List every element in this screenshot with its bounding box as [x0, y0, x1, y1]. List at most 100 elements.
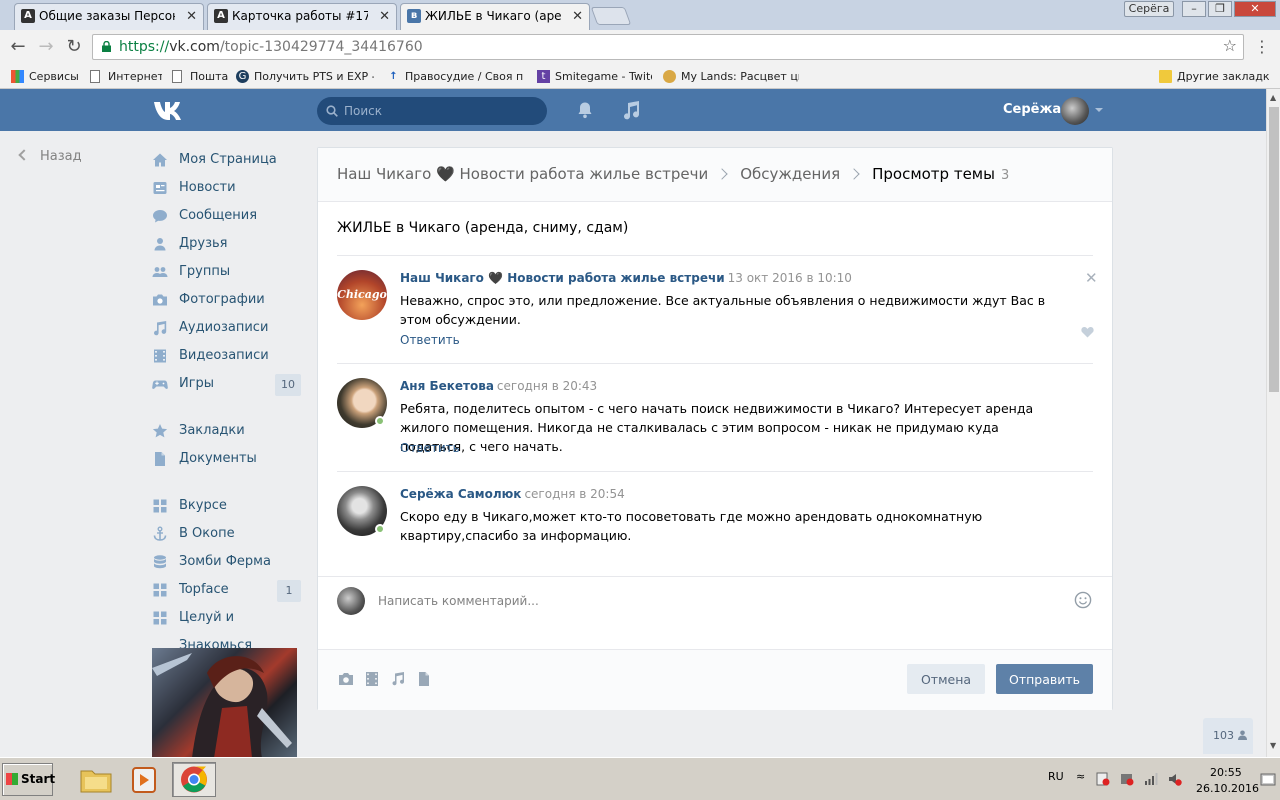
menu-item-news[interactable]: Новости: [150, 174, 302, 202]
bookmark-twitch[interactable]: t Smitegame - Twitch: [537, 68, 652, 85]
tray-volume-icon[interactable]: [1168, 772, 1182, 786]
bookmark-other[interactable]: Другие закладки: [1159, 68, 1269, 85]
tray-device-icon[interactable]: [1120, 772, 1134, 786]
bookmark-services[interactable]: Сервисы: [11, 68, 81, 85]
browser-menu-icon[interactable]: ⋮: [1254, 38, 1270, 56]
menu-item-friends[interactable]: Друзья: [150, 230, 302, 258]
clock-time[interactable]: 20:55: [1210, 766, 1242, 779]
menu-item-documents[interactable]: Документы: [150, 445, 302, 473]
left-menu: Моя Страница Новости Сообщения Друзья Гр…: [150, 146, 302, 653]
tab-work-card[interactable]: A Карточка работы #17228 ✕: [207, 3, 397, 30]
address-bar[interactable]: https://vk.com/topic-130429774_34416760 …: [92, 34, 1244, 60]
heart-like-icon[interactable]: [1081, 326, 1094, 338]
menu-item-games[interactable]: Игры 10: [150, 370, 302, 398]
menu-item-messages[interactable]: Сообщения: [150, 202, 302, 230]
document-icon[interactable]: [416, 672, 432, 686]
bookmark-label: Другие закладки: [1177, 70, 1269, 83]
send-button[interactable]: Отправить: [996, 664, 1093, 694]
bookmark-pravosudie[interactable]: ↑ Правосудие / Своя пра: [387, 68, 523, 85]
menu-item-app-v-okope[interactable]: В Окопе: [150, 520, 302, 548]
emoji-smile-icon[interactable]: [1074, 591, 1092, 609]
tray-security-icon[interactable]: [1096, 772, 1110, 786]
anchor-icon: [153, 526, 167, 541]
restore-icon[interactable]: ❐: [1208, 1, 1232, 17]
clock-date[interactable]: 26.10.2016: [1196, 782, 1259, 795]
search-input[interactable]: [344, 97, 539, 125]
browser-tab-strip: A Общие заказы Персональ ✕ A Карточка ра…: [0, 0, 1280, 30]
vk-logo-icon[interactable]: [152, 98, 186, 122]
menu-item-app-topface[interactable]: Topface 1: [150, 576, 302, 604]
music-player-icon[interactable]: [622, 100, 640, 120]
breadcrumb-discussions-link[interactable]: Обсуждения: [740, 165, 840, 183]
bookmark-mylands[interactable]: My Lands: Расцвет циві: [663, 68, 799, 85]
header-avatar[interactable]: [1061, 97, 1089, 125]
cancel-button[interactable]: Отмена: [907, 664, 985, 694]
close-tab-icon[interactable]: ✕: [572, 4, 583, 29]
menu-item-photos[interactable]: Фотографии: [150, 286, 302, 314]
close-icon[interactable]: ✕: [1085, 269, 1098, 287]
bookmark-label: Интернет: [108, 70, 162, 83]
post-date[interactable]: сегодня в 20:43: [497, 379, 597, 393]
minimize-icon[interactable]: –: [1182, 1, 1206, 17]
back-arrow-icon[interactable]: ←: [8, 37, 28, 57]
language-indicator[interactable]: RU: [1048, 770, 1064, 783]
online-users-badge[interactable]: 103: [1203, 718, 1253, 754]
taskbar-chrome[interactable]: [172, 762, 216, 797]
breadcrumb-group-link[interactable]: Наш Чикаго 🖤 Новости работа жилье встреч…: [337, 165, 708, 183]
bookmark-pts-exp[interactable]: G Получить PTS и EXP - G: [236, 68, 374, 85]
post-avatar[interactable]: Chicago: [337, 270, 387, 320]
menu-item-audio[interactable]: Аудиозаписи: [150, 314, 302, 342]
post-author-link[interactable]: Аня Бекетова: [400, 379, 494, 393]
scroll-down-icon[interactable]: ▼: [1270, 741, 1276, 750]
new-tab-button[interactable]: [590, 7, 632, 25]
post-header: Аня Бекетова сегодня в 20:43: [400, 379, 597, 393]
menu-item-groups[interactable]: Группы: [150, 258, 302, 286]
start-button[interactable]: Start: [2, 763, 55, 796]
menu-item-video[interactable]: Видеозаписи: [150, 342, 302, 370]
tray-expand-icon[interactable]: ≈: [1076, 770, 1085, 783]
chevron-down-icon[interactable]: [1095, 108, 1103, 112]
camera-icon[interactable]: [338, 672, 354, 686]
menu-item-app-vkurse[interactable]: Вкурсе: [150, 492, 302, 520]
reply-link[interactable]: Ответить: [400, 441, 460, 455]
menu-item-bookmarks[interactable]: Закладки: [150, 417, 302, 445]
close-tab-icon[interactable]: ✕: [379, 4, 390, 29]
sidebar-ad-image[interactable]: [152, 648, 297, 758]
tab-orders[interactable]: A Общие заказы Персональ ✕: [14, 3, 204, 30]
back-link[interactable]: Назад: [18, 149, 82, 164]
post-date[interactable]: сегодня в 20:54: [524, 487, 624, 501]
search-box[interactable]: [317, 97, 547, 125]
tray-signal-icon[interactable]: [1144, 772, 1158, 786]
page-scrollbar[interactable]: ▲ ▼: [1266, 89, 1280, 757]
window-close-icon[interactable]: ✕: [1234, 1, 1276, 17]
video-icon[interactable]: [364, 672, 380, 686]
menu-item-label: Целуй и Знакомься: [179, 610, 253, 653]
reply-link[interactable]: Ответить: [400, 333, 460, 347]
folder-icon: [80, 770, 112, 793]
show-desktop-icon[interactable]: [1260, 772, 1276, 788]
post-author-link[interactable]: Наш Чикаго 🖤 Новости работа жилье встреч…: [400, 271, 725, 285]
comment-input[interactable]: [378, 589, 1068, 613]
bookmark-mail[interactable]: Пошта: [172, 68, 230, 85]
close-tab-icon[interactable]: ✕: [186, 4, 197, 29]
forward-arrow-icon[interactable]: →: [36, 37, 56, 57]
menu-item-app-kiss-meet[interactable]: Целуй и Знакомься: [150, 604, 302, 653]
post-date[interactable]: 13 окт 2016 в 10:10: [728, 271, 852, 285]
bookmark-star-icon[interactable]: ☆: [1223, 36, 1237, 55]
site-favicon-icon: A: [21, 9, 35, 23]
menu-item-label: Аудиозаписи: [179, 320, 269, 335]
header-user-name[interactable]: Серёжа: [1003, 89, 1061, 131]
scroll-thumb[interactable]: [1269, 107, 1279, 392]
bookmark-internet[interactable]: Интернет: [90, 68, 162, 85]
scroll-up-icon[interactable]: ▲: [1270, 93, 1276, 102]
notifications-bell-icon[interactable]: [576, 101, 594, 119]
reload-icon[interactable]: ↻: [64, 37, 84, 57]
menu-item-app-zombie-farm[interactable]: Зомби Ферма: [150, 548, 302, 576]
menu-item-my-page[interactable]: Моя Страница: [150, 146, 302, 174]
browser-profile-chip[interactable]: Серёга: [1124, 1, 1174, 17]
tab-vk-topic[interactable]: в ЖИЛЬЕ в Чикаго (аренда, ✕: [400, 3, 590, 30]
taskbar-media-player[interactable]: [122, 762, 166, 797]
taskbar-explorer[interactable]: [74, 762, 118, 797]
music-icon[interactable]: [390, 672, 406, 686]
post-author-link[interactable]: Серёжа Самолюк: [400, 487, 521, 501]
